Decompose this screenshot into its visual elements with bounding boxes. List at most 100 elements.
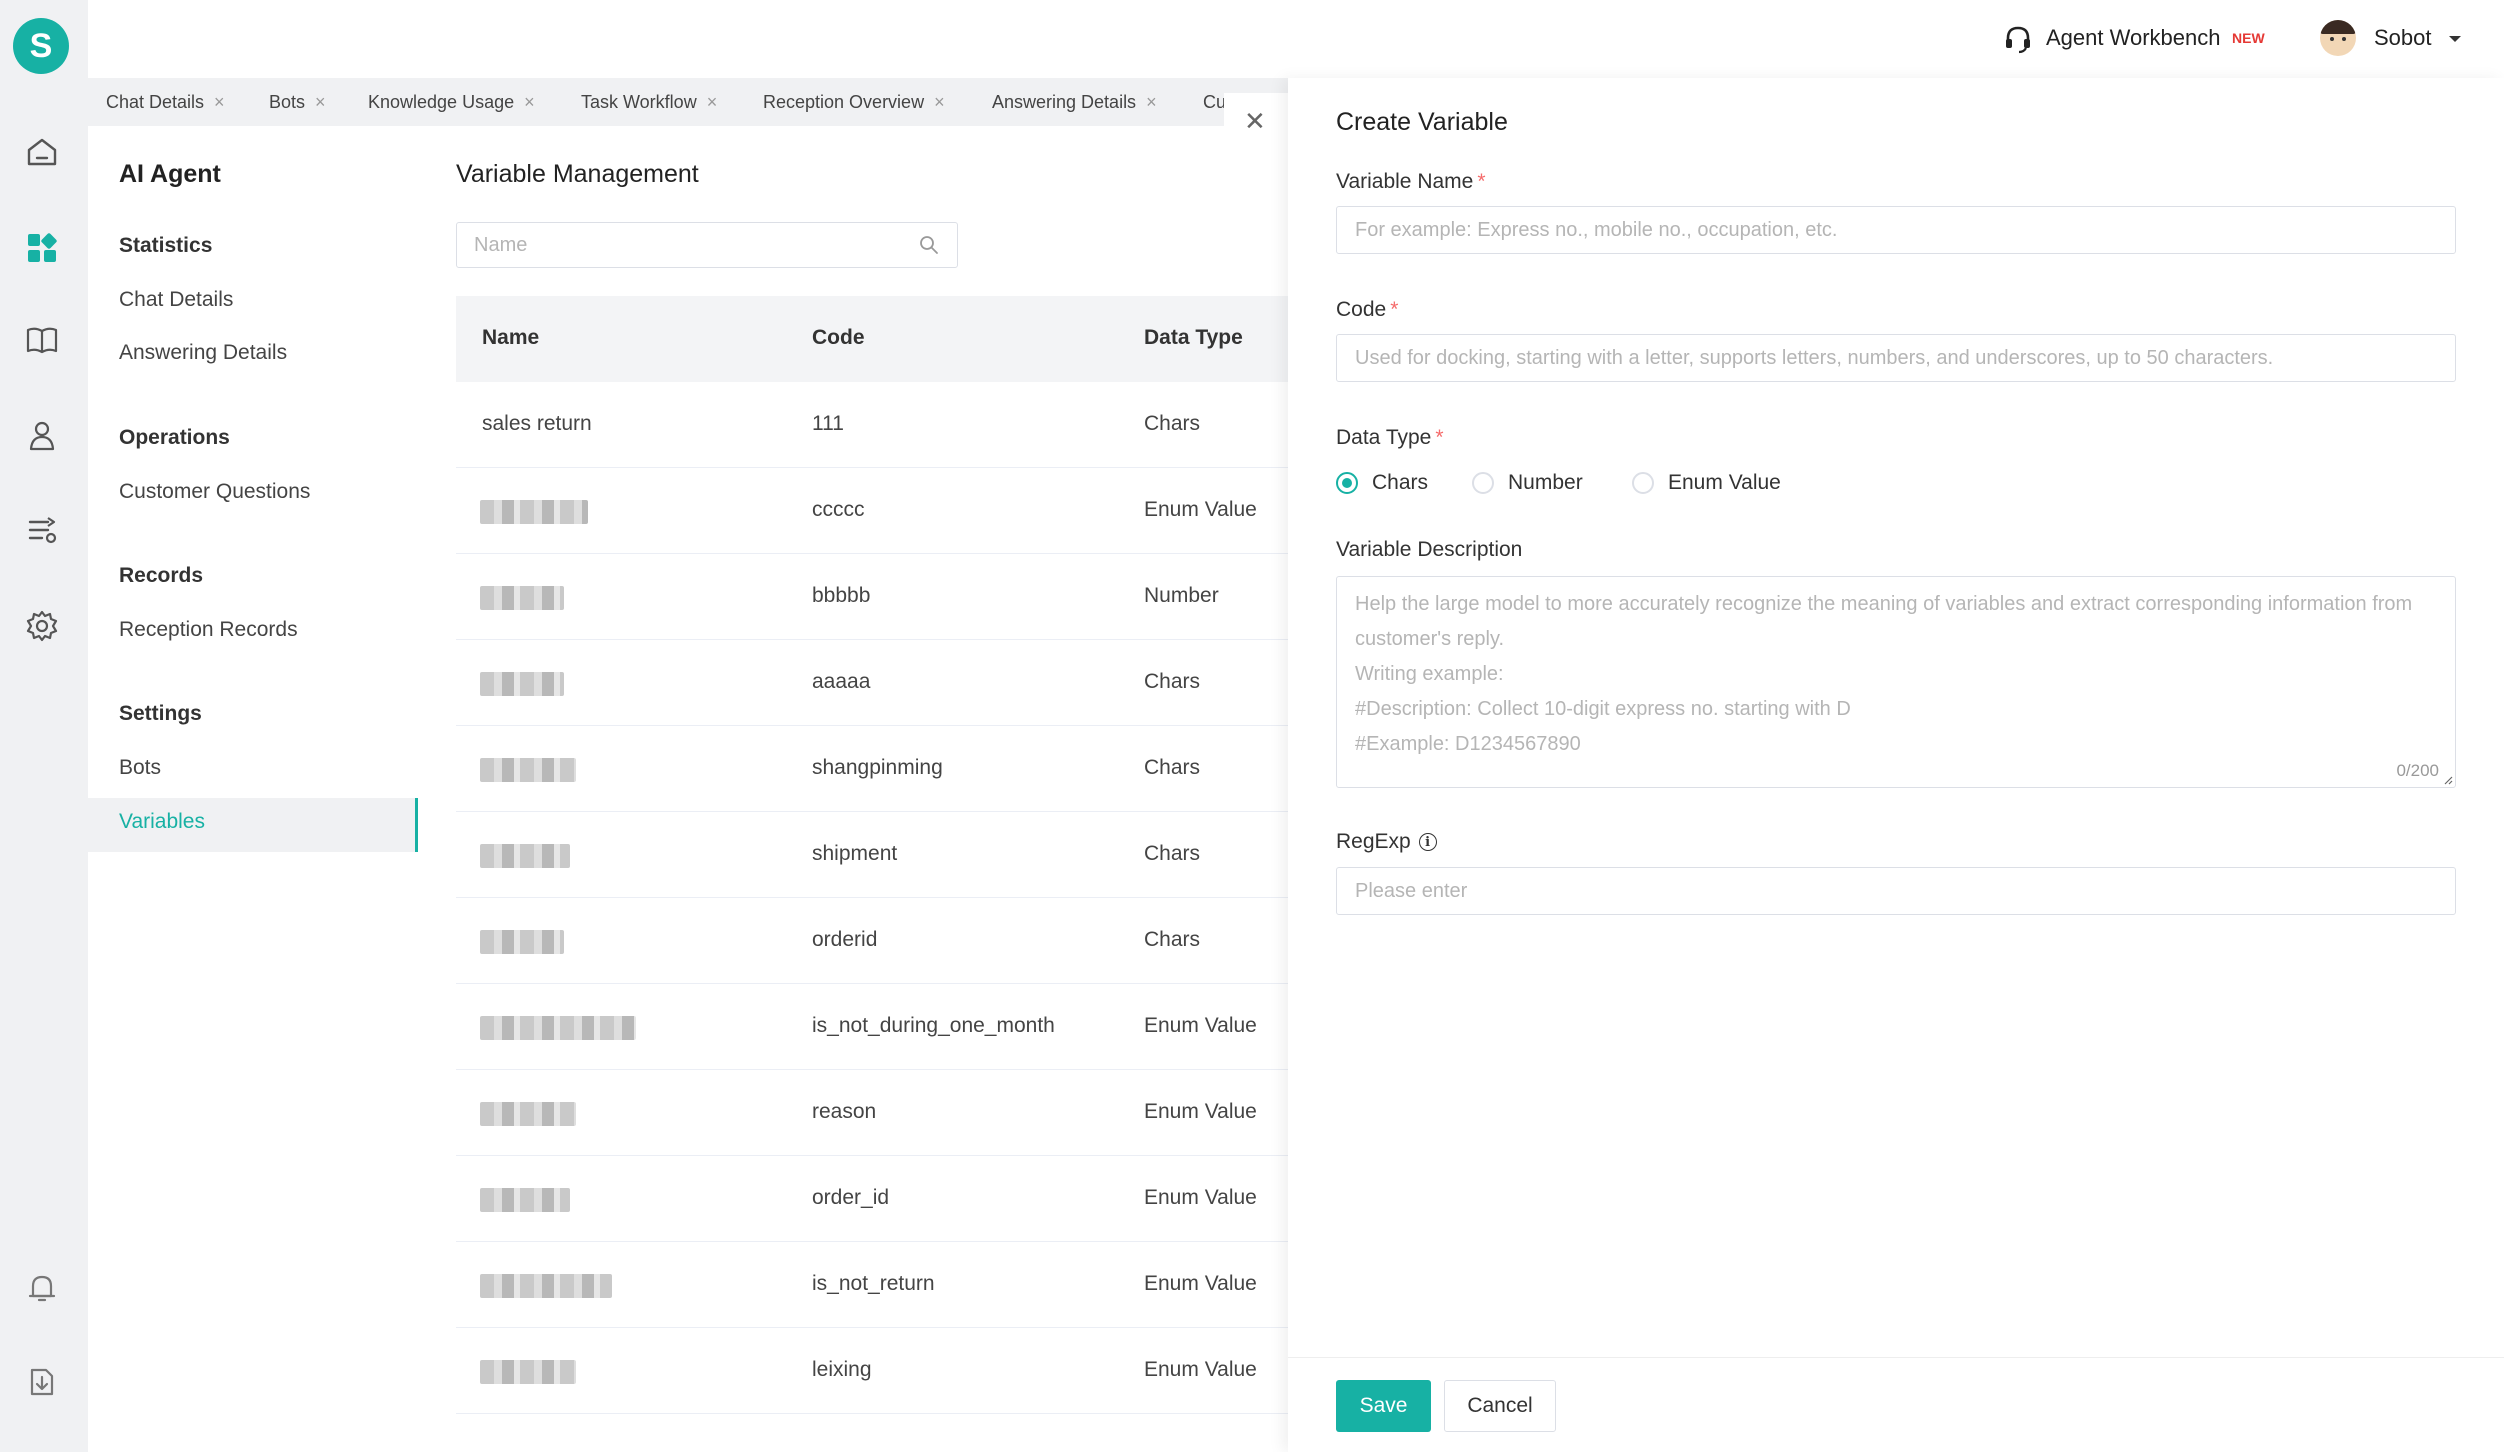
close-tab-icon[interactable]: × bbox=[934, 92, 945, 112]
column-header-name: Name bbox=[482, 326, 540, 349]
book-icon[interactable] bbox=[24, 322, 60, 358]
table-row[interactable]: orderid Chars bbox=[456, 898, 1288, 984]
table-row[interactable]: bbbbb Number bbox=[456, 554, 1288, 640]
table-row[interactable]: leixing Enum Value bbox=[456, 1328, 1288, 1414]
table-row[interactable]: ccccc Enum Value bbox=[456, 468, 1288, 554]
code-label-text: Code bbox=[1336, 298, 1387, 321]
redacted-name bbox=[480, 1016, 636, 1040]
regexp-field bbox=[1336, 867, 2456, 915]
close-tab-icon[interactable]: × bbox=[707, 92, 718, 112]
table-row[interactable] bbox=[456, 1414, 1288, 1452]
redacted-name bbox=[480, 1188, 570, 1212]
cell-name: sales return bbox=[482, 412, 592, 435]
redacted-name bbox=[480, 500, 588, 524]
redacted-name bbox=[480, 930, 564, 954]
tab-truncated[interactable]: Cu bbox=[1203, 78, 1226, 126]
close-tab-icon[interactable]: × bbox=[1146, 92, 1157, 112]
settings-icon[interactable] bbox=[24, 608, 60, 644]
tab-label: Knowledge Usage bbox=[368, 92, 515, 112]
tab-chat-details[interactable]: Chat Details × bbox=[106, 78, 225, 126]
nav-item-customer-questions[interactable]: Customer Questions bbox=[119, 480, 310, 504]
tab-reception-overview[interactable]: Reception Overview × bbox=[763, 78, 945, 126]
close-tab-icon[interactable]: × bbox=[315, 92, 326, 112]
radio-checked-icon[interactable] bbox=[1336, 472, 1358, 494]
secondary-nav: AI Agent Statistics Chat Details Answeri… bbox=[88, 126, 418, 1452]
close-tab-icon[interactable]: × bbox=[524, 92, 535, 112]
table-row[interactable]: is_not_during_one_month Enum Value bbox=[456, 984, 1288, 1070]
user-name[interactable]: Sobot bbox=[2374, 25, 2432, 51]
close-tab-icon[interactable]: × bbox=[214, 92, 225, 112]
drawer-title: Create Variable bbox=[1336, 108, 1508, 136]
nav-group-operations: Operations bbox=[119, 426, 230, 449]
table-row[interactable]: sales return 111 Chars bbox=[456, 382, 1288, 468]
cell-data-type: Enum Value bbox=[1144, 1014, 1257, 1037]
radio-number[interactable]: Number bbox=[1472, 466, 1583, 500]
cell-code: order_id bbox=[812, 1186, 890, 1209]
close-icon[interactable]: ✕ bbox=[1244, 106, 1266, 137]
save-button[interactable]: Save bbox=[1336, 1380, 1431, 1432]
cell-data-type: Enum Value bbox=[1144, 1186, 1257, 1209]
table-row[interactable]: reason Enum Value bbox=[456, 1070, 1288, 1156]
drawer-close-button[interactable]: ✕ bbox=[1224, 93, 1288, 153]
cancel-button[interactable]: Cancel bbox=[1444, 1380, 1556, 1432]
variable-name-input[interactable] bbox=[1337, 207, 2455, 253]
nav-group-settings: Settings bbox=[119, 702, 202, 725]
caret-down-icon[interactable] bbox=[2448, 34, 2462, 44]
redacted-name bbox=[480, 1274, 612, 1298]
nav-item-variables[interactable]: Variables bbox=[119, 810, 205, 834]
variable-management-panel: Variable Management Name Code Data Type … bbox=[418, 126, 1288, 1452]
nav-item-chat-details[interactable]: Chat Details bbox=[119, 288, 233, 312]
resize-handle-icon[interactable] bbox=[2443, 775, 2453, 785]
variable-description-textarea[interactable] bbox=[1337, 577, 2455, 787]
table-row[interactable]: order_id Enum Value bbox=[456, 1156, 1288, 1242]
app-logo[interactable]: S bbox=[13, 18, 69, 74]
table-row[interactable]: shangpinming Chars bbox=[456, 726, 1288, 812]
char-counter: 0/200 bbox=[2396, 761, 2439, 780]
regexp-input[interactable] bbox=[1337, 868, 2455, 914]
tab-bots[interactable]: Bots × bbox=[269, 78, 326, 126]
cell-data-type: Number bbox=[1144, 584, 1219, 607]
user-icon[interactable] bbox=[24, 418, 60, 454]
table-header: Name Code Data Type bbox=[456, 296, 1288, 382]
cell-code: reason bbox=[812, 1100, 877, 1123]
cell-code: shangpinming bbox=[812, 756, 943, 779]
cell-code: orderid bbox=[812, 928, 878, 951]
tab-task-workflow[interactable]: Task Workflow × bbox=[581, 78, 717, 126]
bell-icon[interactable] bbox=[24, 1270, 60, 1306]
cell-data-type: Chars bbox=[1144, 842, 1201, 865]
agent-workbench-link[interactable]: Agent Workbench bbox=[2046, 25, 2220, 51]
radio-chars[interactable]: Chars bbox=[1336, 466, 1428, 500]
column-header-data-type: Data Type bbox=[1144, 326, 1243, 349]
table-row[interactable]: is_not_return Enum Value bbox=[456, 1242, 1288, 1328]
cell-data-type: Enum Value bbox=[1144, 498, 1257, 521]
search-icon[interactable] bbox=[919, 235, 939, 255]
search-input[interactable] bbox=[457, 223, 914, 267]
cell-data-type: Chars bbox=[1144, 412, 1201, 435]
nav-title: AI Agent bbox=[119, 160, 221, 188]
info-icon[interactable]: i bbox=[1418, 833, 1437, 852]
radio-unchecked-icon[interactable] bbox=[1472, 472, 1494, 494]
variable-name-field bbox=[1336, 206, 2456, 254]
nav-item-reception-records[interactable]: Reception Records bbox=[119, 618, 298, 642]
tab-label: Task Workflow bbox=[581, 92, 697, 112]
avatar[interactable] bbox=[2320, 20, 2356, 56]
tab-answering-details[interactable]: Answering Details × bbox=[992, 78, 1157, 126]
nav-item-answering-details[interactable]: Answering Details bbox=[119, 341, 287, 365]
download-icon[interactable] bbox=[24, 1364, 60, 1400]
nav-item-bots[interactable]: Bots bbox=[119, 756, 161, 780]
radio-unchecked-icon[interactable] bbox=[1632, 472, 1654, 494]
code-input[interactable] bbox=[1337, 335, 2455, 381]
home-icon[interactable] bbox=[24, 134, 60, 170]
nav-group-records: Records bbox=[119, 564, 204, 587]
radio-label: Enum Value bbox=[1668, 471, 1781, 494]
table-row[interactable]: aaaaa Chars bbox=[456, 640, 1288, 726]
cell-data-type: Chars bbox=[1144, 928, 1201, 951]
table-row[interactable]: shipment Chars bbox=[456, 812, 1288, 898]
cell-data-type: Chars bbox=[1144, 756, 1201, 779]
workflow-icon[interactable] bbox=[24, 512, 60, 548]
radio-enum-value[interactable]: Enum Value bbox=[1632, 466, 1781, 500]
cell-code: shipment bbox=[812, 842, 898, 865]
dashboard-icon[interactable] bbox=[24, 230, 60, 266]
tab-knowledge-usage[interactable]: Knowledge Usage × bbox=[368, 78, 535, 126]
cell-data-type: Enum Value bbox=[1144, 1358, 1257, 1381]
